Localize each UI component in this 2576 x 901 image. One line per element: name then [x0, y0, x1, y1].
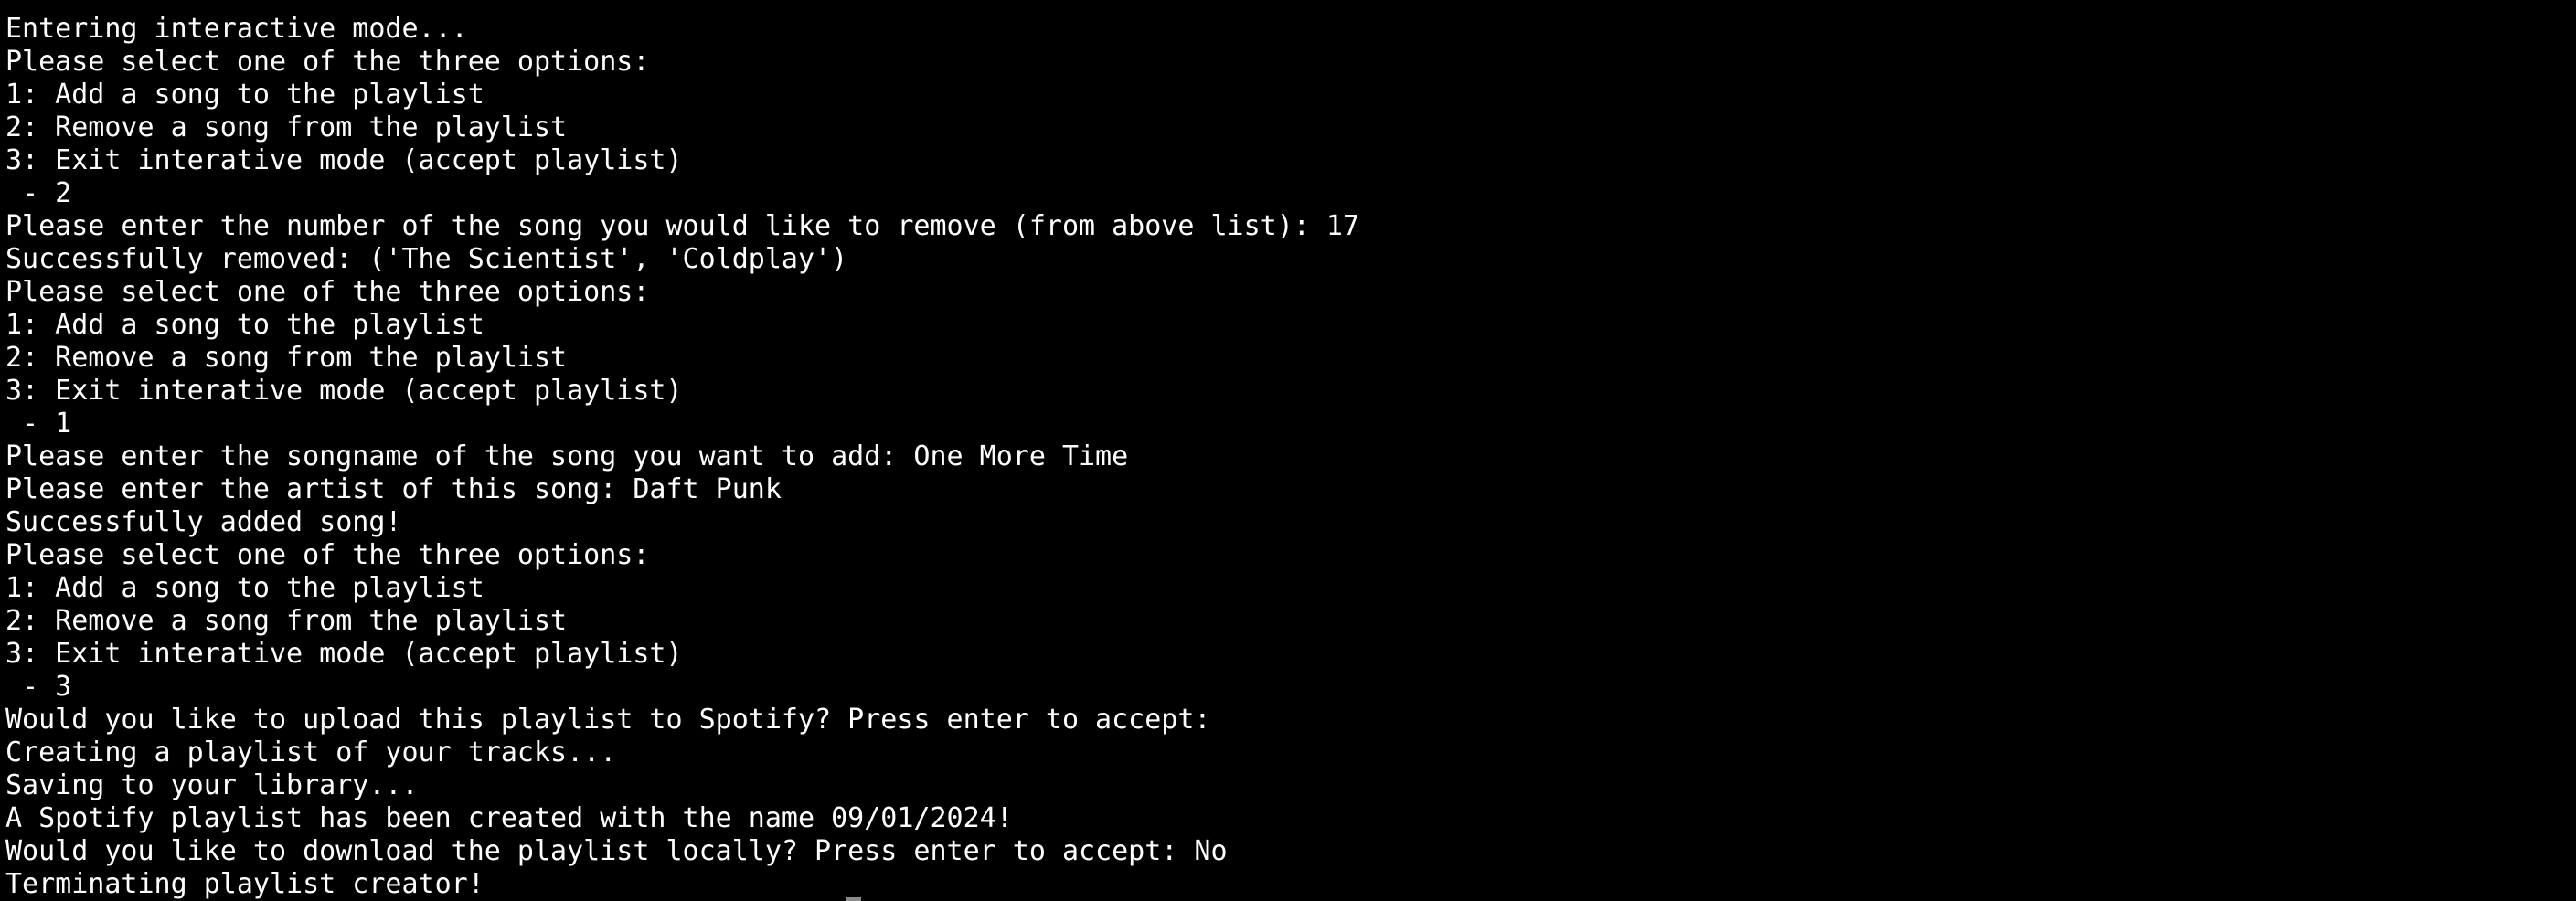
terminal-line: 3: Exit interative mode (accept playlist…: [5, 144, 683, 176]
terminal-line: 1: Add a song to the playlist: [5, 309, 484, 341]
terminal-line: Please select one of the three options:: [5, 276, 650, 308]
terminal-line: 3: Exit interative mode (accept playlist…: [5, 375, 683, 407]
terminal-line: A Spotify playlist has been created with…: [5, 802, 1013, 834]
terminal-line: Successfully added song!: [5, 506, 402, 538]
terminal-line: 2: Remove a song from the playlist: [5, 342, 568, 374]
terminal-line: Saving to your library...: [5, 769, 419, 801]
terminal-line: 1: Add a song to the playlist: [5, 572, 484, 604]
terminal-line: Entering interactive mode...: [5, 13, 468, 45]
terminal-line: Creating a playlist of your tracks...: [5, 737, 617, 768]
terminal-line: Terminating playlist creator!: [5, 868, 484, 900]
terminal-line: - 3: [5, 671, 72, 703]
terminal-line: Please select one of the three options:: [5, 46, 650, 78]
terminal-line: Please select one of the three options:: [5, 539, 650, 571]
terminal-line: 2: Remove a song from the playlist: [5, 605, 568, 637]
scroll-indicator[interactable]: [846, 897, 861, 901]
terminal-window[interactable]: Entering interactive mode... Please sele…: [0, 0, 2576, 901]
terminal-line: - 1: [5, 408, 72, 440]
terminal-line: Would you like to upload this playlist t…: [5, 704, 1211, 736]
terminal-line: Please enter the number of the song you …: [5, 210, 1360, 242]
terminal-line: 2: Remove a song from the playlist: [5, 111, 568, 143]
terminal-line: 1: Add a song to the playlist: [5, 79, 484, 111]
terminal-line: 3: Exit interative mode (accept playlist…: [5, 638, 683, 670]
terminal-line: - 2: [5, 177, 72, 209]
terminal-line: Please enter the songname of the song yo…: [5, 440, 1129, 472]
terminal-line: Successfully removed: ('The Scientist', …: [5, 243, 848, 275]
terminal-line: Would you like to download the playlist …: [5, 835, 1228, 867]
terminal-line: Please enter the artist of this song: Da…: [5, 473, 782, 505]
